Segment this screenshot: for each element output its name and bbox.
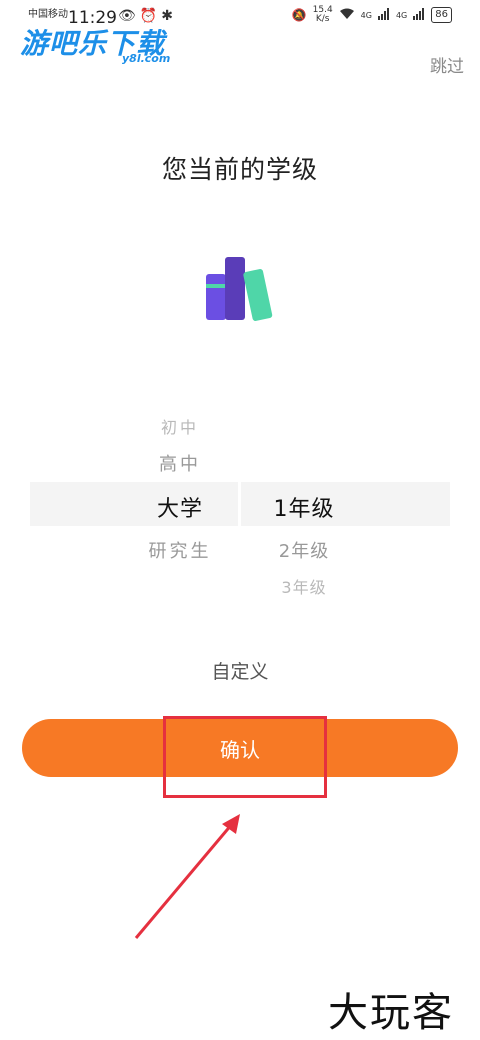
- picker-option-level[interactable]: 研究生: [120, 537, 240, 563]
- status-icons-right: 🔕 15.4 K/s 4G 4G 86: [292, 6, 452, 24]
- custom-link[interactable]: 自定义: [0, 657, 480, 684]
- watermark-logo: 游吧乐下载 y8l.com: [20, 22, 170, 65]
- battery-icon: 86: [431, 7, 452, 23]
- skip-button[interactable]: 跳过: [430, 52, 464, 77]
- picker-selected-level[interactable]: 大学: [120, 491, 240, 523]
- signal-label-2: 4G: [395, 10, 408, 20]
- signal-label-1: 4G: [360, 10, 372, 20]
- net-speed: 15.4 K/s: [313, 6, 333, 24]
- annotation-highlight-box: [163, 716, 327, 798]
- mute-icon: 🔕: [291, 8, 307, 22]
- signal-icon-2: [413, 7, 425, 23]
- picker-option-level[interactable]: 高中: [120, 450, 240, 476]
- watermark-logo-sub: y8l.com: [122, 52, 171, 65]
- watermark-bottom: 大玩客: [328, 990, 454, 1036]
- books-icon: [200, 252, 280, 324]
- net-speed-unit: K/s: [315, 14, 330, 24]
- page-title: 您当前的学级: [161, 155, 318, 184]
- wifi-icon: [339, 8, 355, 23]
- picker-option-grade[interactable]: 2年级: [244, 537, 364, 563]
- picker-selected-grade[interactable]: 1年级: [244, 491, 364, 523]
- picker-option-level[interactable]: 初中: [120, 414, 240, 438]
- picker-option-grade[interactable]: 3年级: [244, 574, 364, 598]
- signal-icon-1: [377, 7, 390, 23]
- carrier-label: 中国移动: [28, 9, 68, 20]
- grade-picker[interactable]: 初中 高中 大学 研究生 1年级 2年级 3年级: [0, 400, 480, 610]
